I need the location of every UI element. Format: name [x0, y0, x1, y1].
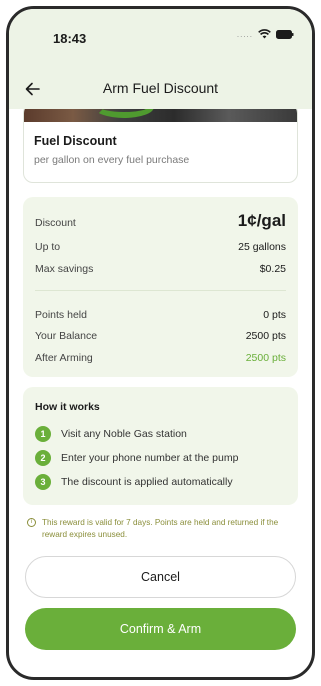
battery-icon [276, 29, 294, 39]
step-number-badge: 3 [35, 474, 51, 490]
fuel-pump-image [24, 109, 297, 122]
fuel-hose-graphic [94, 109, 154, 118]
summary-panel: Discount 1¢/gal Up to 25 gallons Max sav… [23, 197, 298, 377]
up-to-value: 25 gallons [238, 241, 286, 253]
step-item: 1 Visit any Noble Gas station [35, 426, 187, 442]
how-it-works-title: How it works [35, 401, 100, 413]
info-icon: i [27, 518, 36, 527]
max-savings-value: $0.25 [259, 263, 286, 275]
summary-divider [35, 290, 286, 291]
summary-row-discount: Discount 1¢/gal [35, 211, 286, 231]
after-arming-value: 2500 pts [245, 352, 286, 364]
validity-notice: i This reward is valid for 7 days. Point… [27, 517, 296, 541]
status-bar: 18:43 ..... [9, 9, 312, 67]
after-arming-label: After Arming [35, 352, 93, 364]
summary-row-max-savings: Max savings $0.25 [35, 263, 286, 275]
up-to-label: Up to [35, 241, 61, 253]
wifi-icon [258, 29, 271, 39]
reward-card: Fuel Discount per gallon on every fuel p… [23, 109, 298, 183]
reward-name: Fuel Discount [34, 134, 117, 148]
points-held-value: 0 pts [263, 309, 286, 321]
signal-dots-icon: ..... [236, 29, 253, 39]
page-title: Arm Fuel Discount [102, 80, 219, 96]
content-area[interactable]: Fuel Discount per gallon on every fuel p… [9, 109, 312, 677]
status-icons: ..... [237, 29, 294, 39]
your-balance-value: 2500 pts [245, 330, 286, 342]
how-it-works-panel: How it works 1 Visit any Noble Gas stati… [23, 387, 298, 505]
notice-text: This reward is valid for 7 days. Points … [42, 518, 279, 539]
header-bar: Arm Fuel Discount [9, 67, 312, 109]
summary-row-after-arming: After Arming 2500 pts [35, 352, 286, 364]
summary-row-up-to: Up to 25 gallons [35, 241, 286, 253]
reward-description: per gallon on every fuel purchase [34, 154, 190, 166]
step-text: Visit any Noble Gas station [61, 428, 187, 440]
summary-row-points-held: Points held 0 pts [35, 309, 286, 321]
max-savings-label: Max savings [35, 263, 94, 275]
points-held-label: Points held [35, 309, 87, 321]
step-text: Enter your phone number at the pump [61, 452, 239, 464]
your-balance-label: Your Balance [35, 330, 98, 342]
summary-row-your-balance: Your Balance 2500 pts [35, 330, 286, 342]
discount-value: 1¢/gal [237, 211, 286, 230]
phone-frame: 18:43 ..... Arm Fuel Discount Fuel Disco… [6, 6, 315, 680]
cancel-button[interactable]: Cancel [25, 556, 296, 598]
step-number-badge: 1 [35, 426, 51, 442]
discount-label: Discount [35, 217, 76, 229]
confirm-arm-button[interactable]: Confirm & Arm [25, 608, 296, 650]
step-text: The discount is applied automatically [61, 476, 233, 488]
step-item: 2 Enter your phone number at the pump [35, 450, 238, 466]
step-item: 3 The discount is applied automatically [35, 474, 233, 490]
status-time: 18:43 [53, 31, 87, 46]
step-number-badge: 2 [35, 450, 51, 466]
